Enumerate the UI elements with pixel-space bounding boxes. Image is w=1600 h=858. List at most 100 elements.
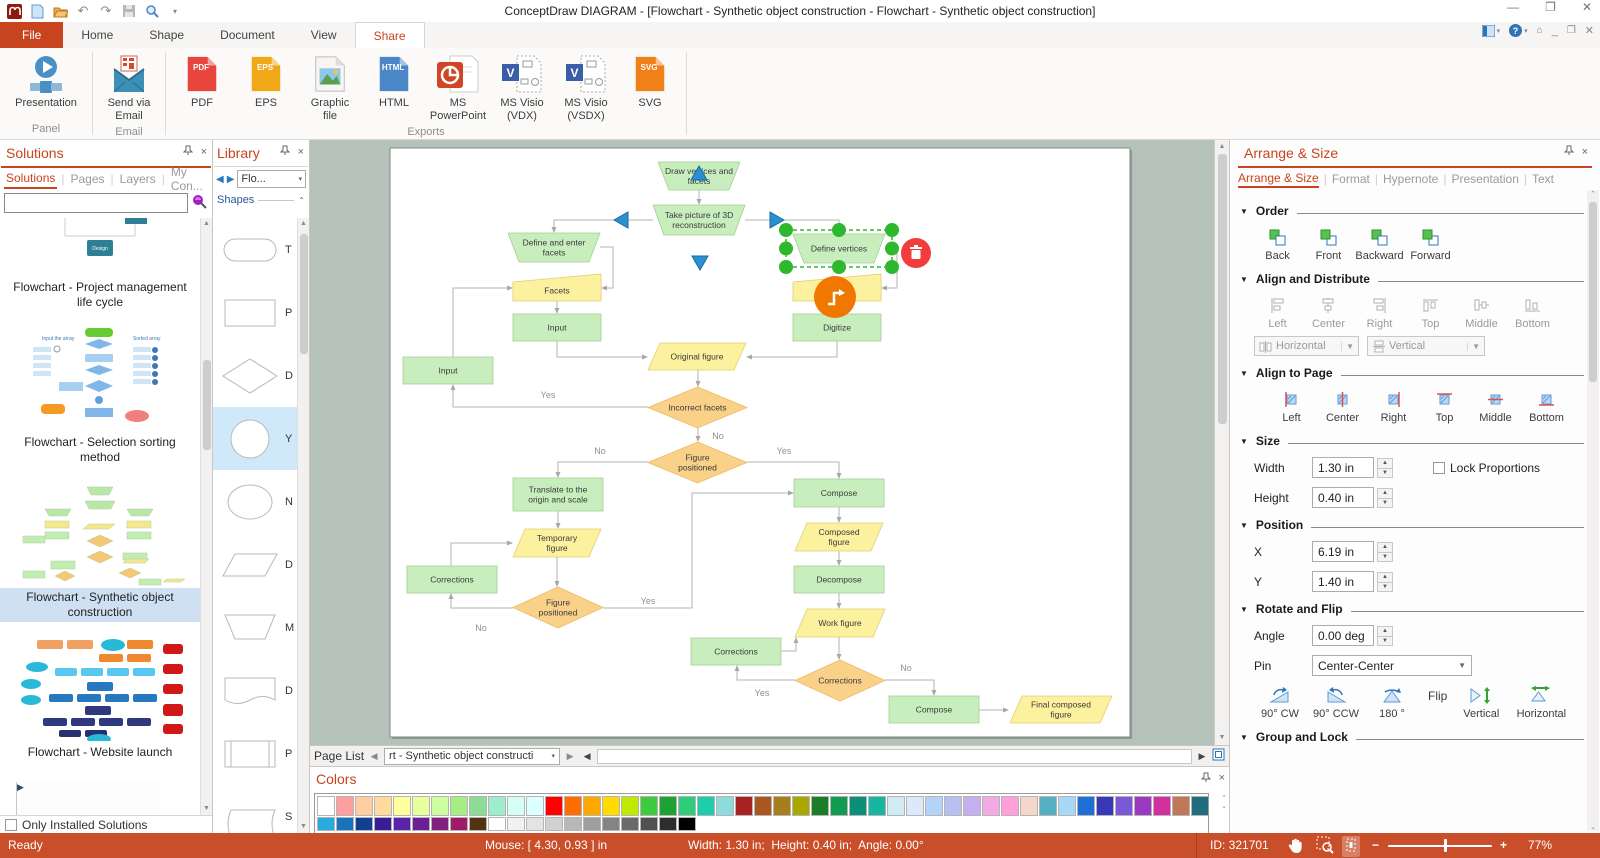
flowchart-node[interactable]: Input bbox=[402, 356, 494, 385]
ribbon-button-presentation[interactable]: Presentation bbox=[4, 50, 88, 120]
ribbon-button-send-via-email[interactable]: Send via Email bbox=[97, 50, 161, 123]
color-swatch[interactable] bbox=[906, 796, 924, 816]
resize-handle[interactable] bbox=[885, 241, 899, 256]
button-middle[interactable]: Middle bbox=[1458, 296, 1505, 330]
color-swatch[interactable] bbox=[317, 796, 335, 816]
button-front[interactable]: Front bbox=[1305, 228, 1352, 262]
arrange-tab-text[interactable]: Text bbox=[1532, 172, 1554, 186]
color-swatch[interactable] bbox=[355, 817, 373, 831]
ribbon-tab-document[interactable]: Document bbox=[202, 22, 293, 48]
color-swatch[interactable] bbox=[469, 817, 487, 831]
arrange-tab-arrange-size[interactable]: Arrange & Size bbox=[1238, 171, 1319, 188]
resize-handle[interactable] bbox=[779, 260, 793, 274]
flowchart-node[interactable]: Corrections bbox=[406, 565, 498, 594]
undo-icon[interactable]: ↶ bbox=[75, 3, 91, 19]
flowchart-node[interactable]: Temporaryfigure bbox=[512, 528, 602, 558]
library-shape-predefined[interactable]: P bbox=[213, 722, 298, 785]
only-installed-checkbox[interactable] bbox=[5, 818, 17, 831]
pan-hand-icon[interactable] bbox=[1288, 836, 1304, 857]
library-dropdown[interactable]: Flo... ▾ bbox=[237, 170, 306, 188]
color-swatch[interactable] bbox=[469, 796, 487, 816]
color-swatch[interactable] bbox=[621, 817, 639, 831]
zoom-out-button[interactable]: − bbox=[1372, 838, 1379, 852]
button-backward[interactable]: Backward bbox=[1355, 228, 1404, 262]
solutions-tab-layers[interactable]: Layers bbox=[118, 170, 158, 188]
button-center[interactable]: Center bbox=[1319, 390, 1366, 424]
library-shape-stored[interactable]: S bbox=[213, 785, 298, 833]
library-forward-icon[interactable]: ▶ bbox=[227, 174, 235, 185]
solution-item[interactable]: Flowchart - Website launch bbox=[0, 636, 200, 762]
solution-item[interactable]: Design Flowchart - Project management lif… bbox=[0, 218, 200, 312]
zoom-slider-thumb[interactable] bbox=[1444, 839, 1447, 852]
position-y-spinner[interactable]: ▲ ▼ bbox=[1377, 571, 1393, 592]
solution-item[interactable]: Input the array Sorted array Flowchart - S… bbox=[0, 326, 200, 467]
ribbon-tab-view[interactable]: View bbox=[293, 22, 355, 48]
flowchart-node[interactable]: Translate to theorigin and scale bbox=[512, 477, 604, 512]
flowchart-node[interactable]: Define and enterfacets bbox=[507, 232, 601, 263]
color-swatch[interactable] bbox=[412, 796, 430, 816]
button-bottom[interactable]: Bottom bbox=[1509, 296, 1556, 330]
color-swatch[interactable] bbox=[659, 796, 677, 816]
section-rotate-and-flip[interactable]: ▼ Rotate and Flip bbox=[1240, 602, 1584, 616]
help-icon[interactable]: ? ▾ bbox=[1509, 24, 1528, 37]
color-swatch[interactable] bbox=[545, 817, 563, 831]
collapse-section-icon[interactable]: ⌃ bbox=[298, 196, 305, 205]
color-swatch[interactable] bbox=[336, 796, 354, 816]
restore-button[interactable]: ❐ bbox=[1545, 0, 1556, 14]
button-left[interactable]: Left bbox=[1268, 390, 1315, 424]
close-icon[interactable]: × bbox=[298, 146, 304, 158]
button-horizontal[interactable]: Horizontal bbox=[1513, 686, 1569, 720]
close-button[interactable]: ✕ bbox=[1582, 0, 1592, 14]
flowchart-node[interactable]: Composedfigure bbox=[794, 522, 884, 552]
section-align-and-distribute[interactable]: ▼ Align and Distribute bbox=[1240, 272, 1584, 286]
resize-handle[interactable] bbox=[779, 241, 793, 256]
flowchart-node[interactable]: Final composedfigure bbox=[1009, 695, 1113, 724]
color-swatch[interactable] bbox=[317, 817, 335, 831]
button-center[interactable]: Center bbox=[1305, 296, 1352, 330]
ribbon-button-html[interactable]: HTML HTML bbox=[362, 50, 426, 123]
solutions-tab-pages[interactable]: Pages bbox=[69, 170, 107, 188]
color-swatch[interactable] bbox=[374, 817, 392, 831]
color-swatch[interactable] bbox=[431, 796, 449, 816]
color-swatch[interactable] bbox=[1153, 796, 1171, 816]
close-icon[interactable]: × bbox=[1219, 772, 1225, 786]
pin-dropdown[interactable]: Center-Center ▼ bbox=[1312, 655, 1472, 676]
doc-restore-icon[interactable]: ❐ bbox=[1567, 25, 1576, 36]
library-shape-decision[interactable]: D bbox=[213, 344, 298, 407]
width-spinner[interactable]: ▲ ▼ bbox=[1377, 457, 1393, 478]
flowchart-node[interactable]: Compose bbox=[888, 695, 980, 724]
color-swatch[interactable] bbox=[868, 796, 886, 816]
pin-icon[interactable] bbox=[182, 145, 193, 159]
button-right[interactable]: Right bbox=[1370, 390, 1417, 424]
section-order[interactable]: ▼ Order bbox=[1240, 204, 1584, 218]
library-scrollbar[interactable]: ▲ ▼ bbox=[297, 218, 309, 833]
solution-item[interactable]: Flowchart - Synthetic object constructio… bbox=[0, 481, 200, 622]
section-align-to-page[interactable]: ▼ Align to Page bbox=[1240, 366, 1584, 380]
ribbon-button-pdf[interactable]: PDF PDF bbox=[170, 50, 234, 123]
color-swatch[interactable] bbox=[811, 796, 829, 816]
solutions-tab-my-con-[interactable]: My Con... bbox=[169, 163, 208, 195]
color-swatch[interactable] bbox=[1134, 796, 1152, 816]
minimize-button[interactable]: — bbox=[1507, 0, 1519, 14]
open-folder-icon[interactable] bbox=[52, 3, 68, 19]
button-top[interactable]: Top bbox=[1407, 296, 1454, 330]
color-swatch[interactable] bbox=[773, 796, 791, 816]
color-swatch[interactable] bbox=[944, 796, 962, 816]
zoom-marquee-icon[interactable] bbox=[1316, 836, 1334, 857]
panels-icon[interactable]: ▾ bbox=[1481, 24, 1500, 37]
button-right[interactable]: Right bbox=[1356, 296, 1403, 330]
collapse-ribbon-icon[interactable]: ⌂ bbox=[1537, 25, 1543, 36]
hscroll-right-icon[interactable]: ▶ bbox=[1195, 751, 1209, 762]
close-icon[interactable]: × bbox=[201, 146, 207, 158]
colors-scroll-icons[interactable]: ⌃ ⌄ bbox=[1221, 795, 1227, 811]
button-bottom[interactable]: Bottom bbox=[1523, 390, 1570, 424]
button-left[interactable]: Left bbox=[1254, 296, 1301, 330]
library-back-icon[interactable]: ◀ bbox=[216, 174, 224, 185]
doc-close-icon[interactable]: ✕ bbox=[1585, 24, 1594, 37]
canvas-vertical-scrollbar[interactable]: ▲ ▼ bbox=[1214, 140, 1229, 745]
color-swatch[interactable] bbox=[1096, 796, 1114, 816]
zoom-tool-icon[interactable] bbox=[144, 3, 160, 19]
delete-button[interactable] bbox=[901, 238, 931, 268]
color-swatch[interactable] bbox=[431, 817, 449, 831]
color-swatch[interactable] bbox=[1172, 796, 1190, 816]
